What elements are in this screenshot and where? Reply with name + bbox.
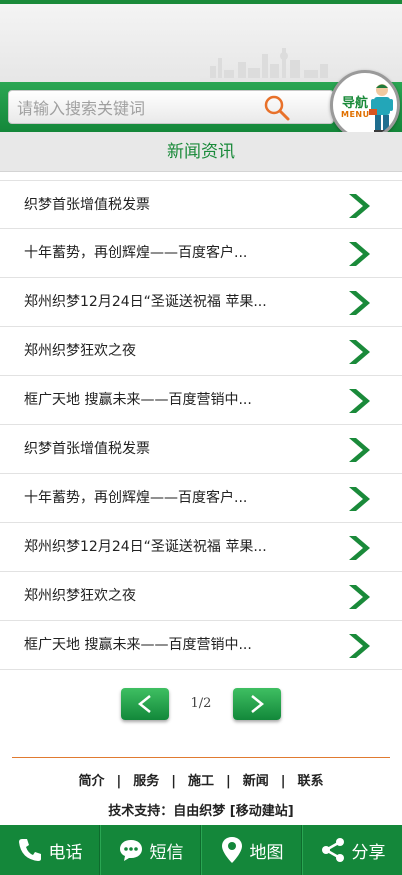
share-label: 分享 [351,842,386,863]
phone-label: 电话 [48,842,83,863]
chevron-left-icon [137,695,151,713]
news-title: 十年蓄势，再创辉煌——百度客户... [24,490,248,506]
footer-link-contact[interactable]: 联系 [298,774,324,789]
search-input[interactable] [17,95,267,121]
phone-button[interactable]: 电话 [0,825,100,875]
footer-separator: | [226,774,231,789]
map-pin-icon [221,837,242,863]
nav-menu-button[interactable]: 导航 MENU [330,70,400,140]
chevron-right-icon [349,291,370,315]
footer-link-news[interactable]: 新闻 [243,774,269,789]
search-icon[interactable] [263,94,291,122]
footer-link-services[interactable]: 服务 [133,774,159,789]
footer-separator: | [116,774,122,789]
footer-link-construction[interactable]: 施工 [188,774,214,789]
pagination: 1/2 [0,688,402,724]
next-page-button[interactable] [233,688,281,720]
footer-link-intro[interactable]: 简介 [78,774,104,789]
footer-links: 简介 | 服务 | 施工 | 新闻 | 联系 [0,770,402,789]
prev-page-button[interactable] [121,688,169,720]
news-item[interactable]: 框广天地 搜赢未来——百度营销中... [0,376,402,425]
search-box [8,90,334,124]
news-title: 郑州织梦狂欢之夜 [24,588,136,604]
chevron-right-icon [349,340,370,364]
news-title: 十年蓄势，再创辉煌——百度客户... [24,245,248,261]
footer-separator: | [280,774,286,789]
sms-button[interactable]: 短信 [100,825,201,875]
section-title: 新闻资讯 [0,132,402,172]
news-title: 郑州织梦狂欢之夜 [24,343,136,359]
news-title: 郑州织梦12月24日“圣诞送祝福 苹果... [24,294,267,310]
news-item[interactable]: 郑州织梦狂欢之夜 [0,327,402,376]
footer-divider [12,757,390,758]
news-title: 织梦首张增值税发票 [24,441,150,457]
chevron-right-icon [349,389,370,413]
share-icon [321,838,344,862]
page-indicator: 1/2 [190,696,212,711]
chevron-right-icon [349,634,370,658]
nav-menu-label: 导航 [342,96,369,111]
news-item[interactable]: 织梦首张增值税发票 [0,180,402,229]
news-item[interactable]: 郑州织梦12月24日“圣诞送祝福 苹果... [0,523,402,572]
news-list: 织梦首张增值税发票 十年蓄势，再创辉煌——百度客户... 郑州织梦12月24日“… [0,180,402,670]
news-item[interactable]: 十年蓄势，再创辉煌——百度客户... [0,229,402,278]
map-button[interactable]: 地图 [201,825,302,875]
news-item[interactable]: 织梦首张增值税发票 [0,425,402,474]
header-banner [0,4,402,84]
worker-mascot-icon [369,84,393,134]
news-title: 框广天地 搜赢未来——百度营销中... [24,392,252,408]
footer-separator: | [171,774,176,789]
chevron-right-icon [251,695,265,713]
news-item[interactable]: 郑州织梦12月24日“圣诞送祝福 苹果... [0,278,402,327]
share-button[interactable]: 分享 [302,825,402,875]
news-title: 织梦首张增值税发票 [24,197,150,213]
chevron-right-icon [349,242,370,266]
support-suffix: ] [287,804,294,819]
tech-support-line: 技术支持：自由织梦 [移动建站] [0,800,402,819]
bottom-action-bar: 电话 短信 地图 分享 [0,825,402,875]
news-title: 框广天地 搜赢未来——百度营销中... [24,637,252,653]
sms-icon [119,840,142,861]
news-item[interactable]: 框广天地 搜赢未来——百度营销中... [0,621,402,670]
phone-icon [18,839,41,861]
chevron-right-icon [349,585,370,609]
nav-menu-label-en: MENU [341,110,370,119]
mobile-site-link[interactable]: 移动建站 [236,804,288,819]
city-skyline-graphic [200,48,350,84]
support-prefix: 技术支持：自由织梦 [ [108,804,236,819]
news-item[interactable]: 十年蓄势，再创辉煌——百度客户... [0,474,402,523]
chevron-right-icon [349,487,370,511]
chevron-right-icon [349,194,370,218]
page: 导航 MENU 新闻资讯 织梦首张增值税发票 十年蓄势，再创辉煌——百度客户..… [0,0,402,875]
news-item[interactable]: 郑州织梦狂欢之夜 [0,572,402,621]
chevron-right-icon [349,536,370,560]
map-label: 地图 [249,842,284,863]
news-title: 郑州织梦12月24日“圣诞送祝福 苹果... [24,539,267,555]
chevron-right-icon [349,438,370,462]
sms-label: 短信 [149,842,184,863]
